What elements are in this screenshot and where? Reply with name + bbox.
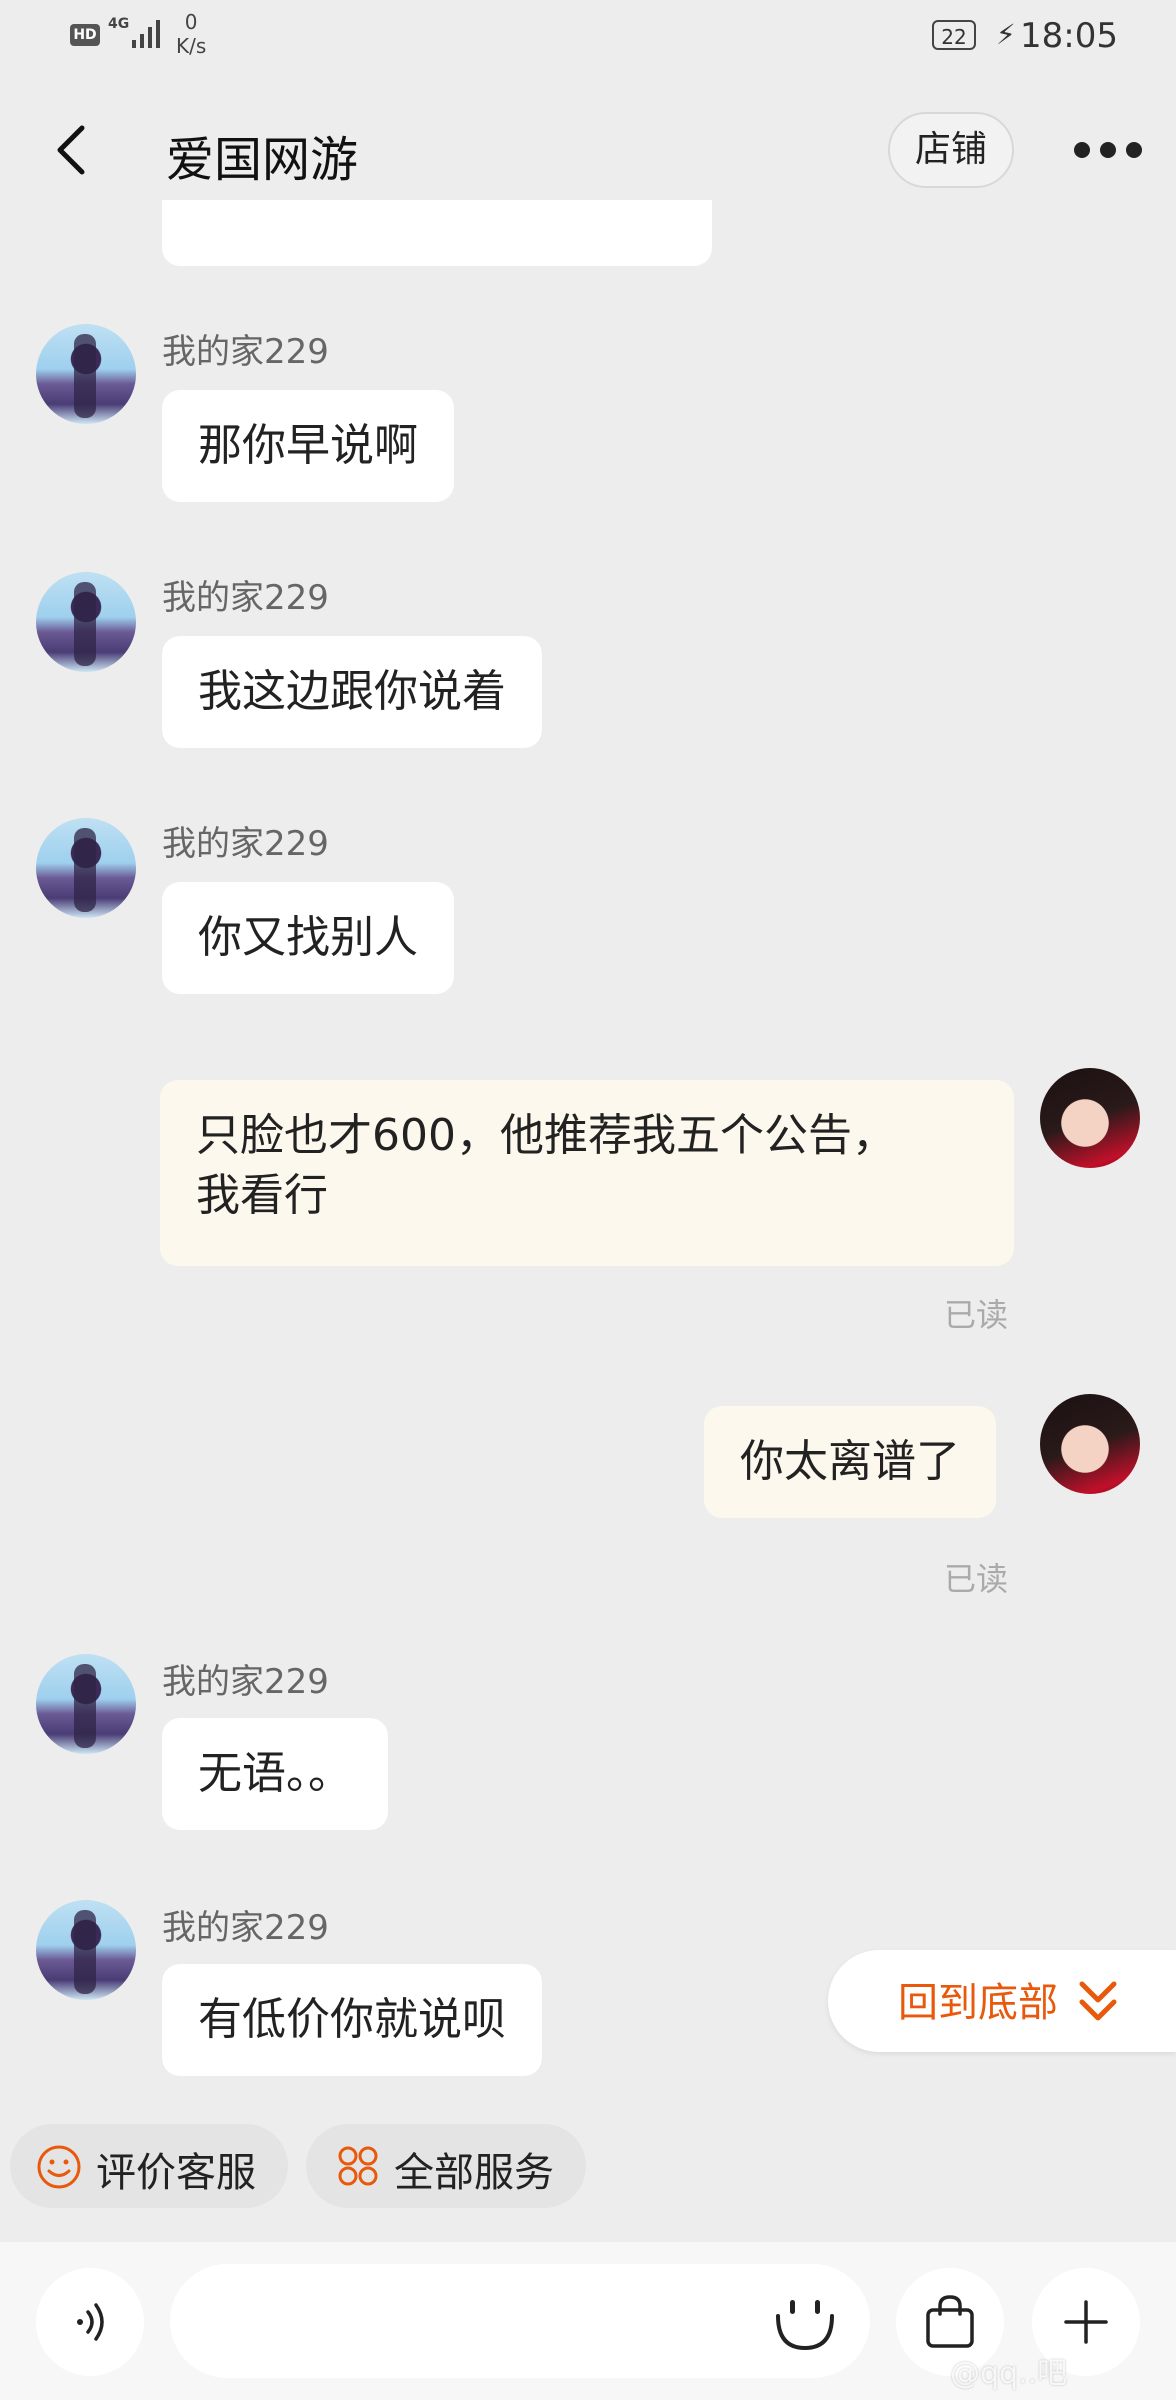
sender-name: 我的家229 — [162, 1662, 329, 1702]
network-speed: 0 K/s — [176, 10, 207, 58]
voice-icon — [77, 2303, 104, 2341]
chat-header: 爱国网游 店铺 — [0, 100, 1176, 200]
read-status: 已读 — [944, 1296, 1009, 1334]
shopping-bag-icon — [926, 2295, 974, 2348]
smile-icon — [37, 2145, 81, 2189]
plus-icon — [1064, 2300, 1108, 2344]
network-type: 4G — [108, 16, 130, 32]
avatar[interactable] — [36, 1654, 136, 1754]
avatar[interactable] — [36, 572, 136, 672]
back-to-bottom-button[interactable]: 回到底部 — [828, 1950, 1176, 2052]
back-arrow-icon[interactable] — [52, 124, 92, 176]
message-bubble-outgoing[interactable]: 只脸也才600，他推荐我五个公告， 我看行 — [160, 1080, 1014, 1266]
chip-label: 全部服务 — [394, 2150, 554, 2196]
message-line: 只脸也才600，他推荐我五个公告， — [196, 1110, 896, 1161]
message-bubble[interactable]: 我这边跟你说着 — [162, 636, 542, 748]
message-bubble[interactable]: 无语。。 — [162, 1718, 388, 1830]
message-bubble-partial — [162, 200, 712, 266]
sender-name: 我的家229 — [162, 824, 329, 864]
clock: 18:05 — [1020, 16, 1118, 56]
chip-label: 评价客服 — [96, 2150, 256, 2196]
read-status: 已读 — [944, 1560, 1009, 1598]
sender-name: 我的家229 — [162, 1908, 329, 1948]
battery-icon: 22 — [932, 20, 976, 50]
hd-indicator: HD — [70, 24, 100, 46]
message-bubble[interactable]: 有低价你就说呗 — [162, 1964, 542, 2076]
store-button[interactable]: 店铺 — [888, 112, 1014, 188]
avatar[interactable] — [36, 1900, 136, 2000]
sender-name: 我的家229 — [162, 332, 329, 372]
avatar[interactable] — [36, 324, 136, 424]
status-bar: HD 4G 0 K/s 22 ⚡ 18:05 — [0, 0, 1176, 76]
sender-name: 我的家229 — [162, 578, 329, 618]
emoji-icon[interactable] — [770, 2286, 840, 2356]
more-options-icon[interactable] — [1074, 140, 1142, 160]
back-to-bottom-label: 回到底部 — [898, 1980, 1058, 2026]
avatar[interactable] — [36, 818, 136, 918]
message-input[interactable] — [170, 2264, 870, 2378]
message-bubble[interactable]: 你又找别人 — [162, 882, 454, 994]
message-bubble-outgoing[interactable]: 你太离谱了 — [704, 1406, 996, 1518]
my-avatar[interactable] — [1040, 1068, 1140, 1168]
voice-button[interactable] — [36, 2268, 144, 2376]
my-avatar[interactable] — [1040, 1394, 1140, 1494]
watermark: @qq..吧 — [950, 2356, 1068, 2391]
double-chevron-down-icon — [1079, 1981, 1117, 2021]
charging-icon: ⚡ — [996, 18, 1016, 51]
message-bubble[interactable]: 那你早说啊 — [162, 390, 454, 502]
all-services-chip[interactable]: 全部服务 — [306, 2124, 586, 2208]
signal-icon — [132, 20, 160, 48]
chat-title: 爱国网游 — [166, 132, 359, 188]
rate-service-chip[interactable]: 评价客服 — [10, 2124, 288, 2208]
message-line: 我看行 — [196, 1170, 328, 1221]
grid-flower-icon — [338, 2146, 378, 2186]
